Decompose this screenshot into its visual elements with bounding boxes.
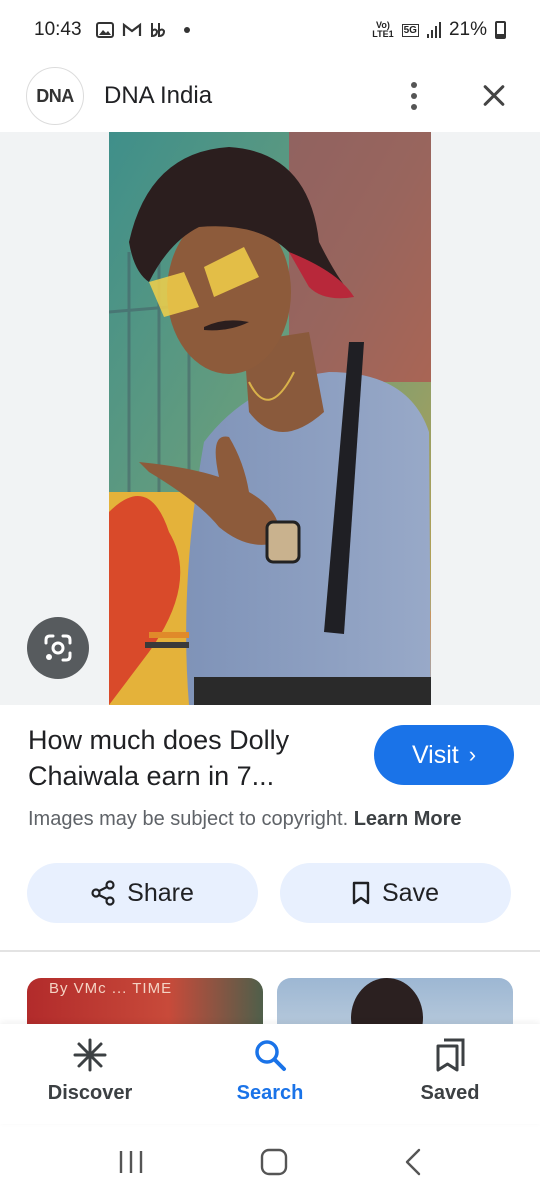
copyright-notice: Images may be subject to copyright. Lear… bbox=[28, 808, 462, 831]
image-icon bbox=[95, 22, 114, 38]
share-icon bbox=[91, 880, 115, 906]
share-label: Share bbox=[127, 878, 194, 907]
related-image-thumbnail[interactable]: By VMc ... TIME bbox=[27, 978, 263, 1024]
learn-more-link[interactable]: Learn More bbox=[354, 808, 462, 830]
nav-saved-label: Saved bbox=[420, 1082, 480, 1104]
site-name[interactable]: DNA India bbox=[104, 82, 212, 110]
battery-icon bbox=[495, 21, 506, 39]
related-images: By VMc ... TIME bbox=[27, 978, 513, 1024]
notification-dot-icon bbox=[183, 27, 190, 33]
thumbnail-caption: By VMc ... TIME bbox=[49, 980, 173, 997]
google-lens-button[interactable] bbox=[27, 617, 89, 679]
bookmark-icon bbox=[352, 881, 370, 905]
search-icon bbox=[255, 1040, 286, 1071]
site-logo: DNA bbox=[26, 67, 84, 125]
status-time: 10:43 bbox=[34, 19, 82, 40]
visit-button[interactable]: Visit › bbox=[374, 725, 514, 785]
back-icon[interactable] bbox=[403, 1148, 423, 1176]
nav-discover[interactable]: Discover bbox=[0, 1024, 180, 1124]
nav-search[interactable]: Search bbox=[180, 1024, 360, 1124]
saved-collections-icon bbox=[436, 1038, 465, 1072]
bb-icon bbox=[150, 23, 165, 37]
lens-icon bbox=[44, 634, 72, 662]
network-type-badge: 5G bbox=[401, 23, 419, 37]
home-icon[interactable] bbox=[260, 1148, 288, 1176]
result-title-row: How much does Dolly Chaiwala earn in 7..… bbox=[28, 722, 514, 794]
save-label: Save bbox=[382, 878, 439, 907]
chevron-right-icon: › bbox=[468, 742, 477, 767]
recent-apps-icon[interactable] bbox=[117, 1149, 145, 1175]
related-image-thumbnail[interactable] bbox=[277, 978, 513, 1024]
result-header: DNA DNA India bbox=[0, 60, 540, 132]
save-button[interactable]: Save bbox=[280, 863, 511, 923]
battery-percent: 21% bbox=[448, 19, 487, 40]
status-bar: 10:43 Vo) LTE1 5G 21% bbox=[0, 0, 540, 60]
volte-indicator: Vo) LTE1 bbox=[372, 20, 394, 39]
nav-saved[interactable]: Saved bbox=[360, 1024, 540, 1124]
system-nav-bar bbox=[0, 1124, 540, 1200]
copyright-text: Images may be subject to copyright. bbox=[28, 808, 349, 830]
visit-label: Visit bbox=[411, 740, 459, 769]
image-preview-area bbox=[0, 132, 540, 705]
more-options-icon[interactable] bbox=[394, 76, 434, 116]
action-buttons: Share Save bbox=[27, 863, 511, 923]
share-button[interactable]: Share bbox=[27, 863, 258, 923]
result-title[interactable]: How much does Dolly Chaiwala earn in 7..… bbox=[28, 722, 348, 794]
nav-search-label: Search bbox=[236, 1082, 304, 1104]
nav-discover-label: Discover bbox=[47, 1082, 133, 1104]
asterisk-icon bbox=[73, 1038, 107, 1072]
gmail-icon bbox=[122, 22, 141, 36]
bottom-nav: Discover Search Saved bbox=[0, 1024, 540, 1124]
signal-icon bbox=[426, 22, 441, 38]
divider bbox=[0, 950, 540, 952]
preview-image[interactable] bbox=[109, 132, 431, 705]
close-icon[interactable] bbox=[474, 76, 514, 116]
